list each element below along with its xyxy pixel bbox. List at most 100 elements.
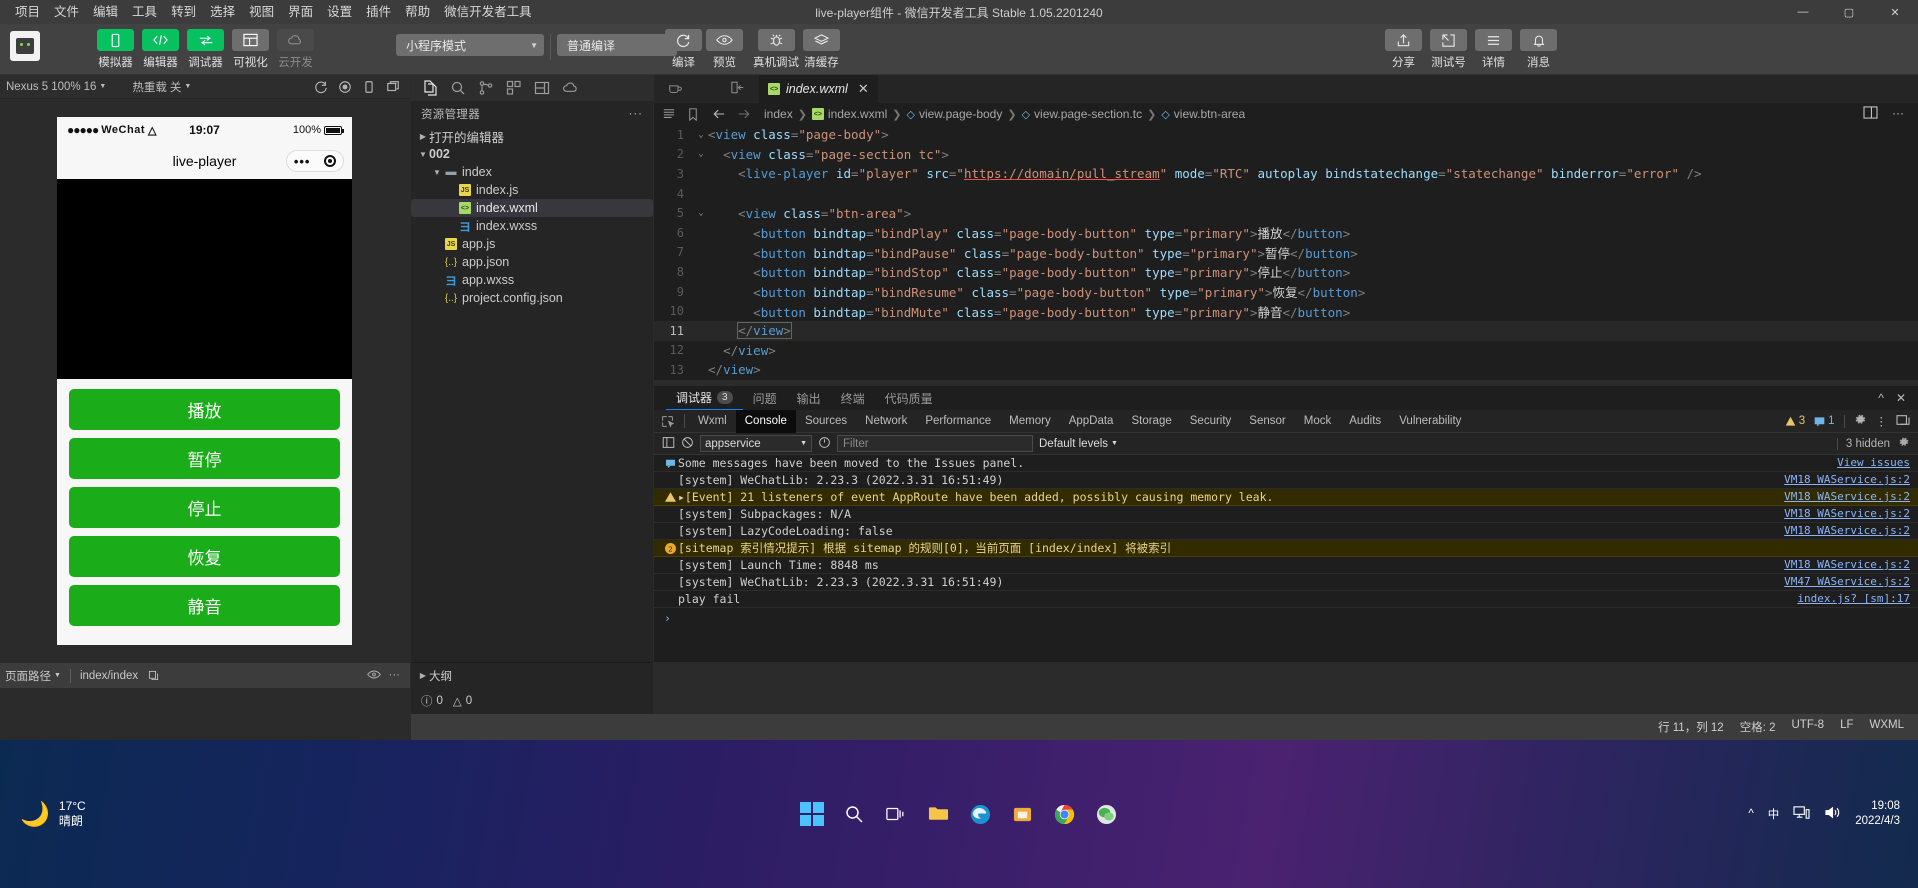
console-row-2[interactable]: ▸[Event] 21 listeners of event AppRoute … — [654, 489, 1918, 506]
maximize-button[interactable]: ▢ — [1826, 0, 1872, 24]
toolbar-可视化[interactable]: 可视化 — [230, 29, 271, 70]
coffee-icon[interactable] — [668, 81, 683, 97]
multi-window-icon[interactable] — [382, 77, 404, 97]
menu-item-1[interactable]: 文件 — [47, 1, 86, 23]
forward-icon[interactable] — [737, 108, 751, 120]
menu-item-5[interactable]: 选择 — [203, 1, 242, 23]
debug-tab-输出[interactable]: 输出 — [787, 386, 831, 410]
toolbar-真机调试[interactable]: 真机调试 — [753, 29, 799, 70]
console-filter-input[interactable]: Filter — [837, 435, 1033, 452]
view-issues-link[interactable]: View issues — [1837, 455, 1918, 471]
source-control-icon[interactable] — [473, 76, 499, 100]
back-icon[interactable] — [712, 108, 726, 120]
minimize-button[interactable]: — — [1780, 0, 1826, 24]
menu-item-0[interactable]: 项目 — [8, 1, 47, 23]
devtools-tab-vulnerability[interactable]: Vulnerability — [1390, 410, 1470, 433]
code-line-8[interactable]: 8 <button bindtap="bindStop" class="page… — [654, 262, 1918, 282]
wechat-icon[interactable] — [1093, 801, 1119, 827]
explorer-icon[interactable] — [417, 76, 443, 100]
toolbar-分享[interactable]: 分享 — [1385, 29, 1422, 70]
page-path-select[interactable]: 页面路径 ▼ — [0, 668, 66, 684]
search-icon[interactable] — [841, 801, 867, 827]
console-row-4[interactable]: [system] LazyCodeLoading: false VM18 WASe… — [654, 523, 1918, 540]
phone-button-停止[interactable]: 停止 — [69, 487, 340, 528]
inspect-element-icon[interactable] — [654, 415, 680, 428]
filter-toggle-icon[interactable] — [818, 436, 831, 452]
menu-item-6[interactable]: 视图 — [242, 1, 281, 23]
gear-icon[interactable] — [1898, 436, 1910, 451]
more-icon[interactable]: ··· — [629, 108, 644, 120]
copy-icon[interactable] — [143, 670, 164, 681]
menu-item-8[interactable]: 设置 — [320, 1, 359, 23]
fold-chevron-icon[interactable]: ⌄ — [694, 130, 708, 140]
more-actions-icon[interactable]: ··· — [1892, 106, 1904, 122]
explorer-section-002[interactable]: ▼ 002 — [411, 145, 653, 163]
close-button[interactable]: ✕ — [1872, 0, 1918, 24]
fold-chevron-icon[interactable]: ⌄ — [694, 149, 708, 159]
file-tree-item-app.wxss[interactable]: •ヨapp.wxss — [411, 271, 653, 289]
console-row-6[interactable]: [system] Launch Time: 8848 ms VM18 WAServ… — [654, 557, 1918, 574]
toolbar-模拟器[interactable]: 模拟器 — [95, 29, 136, 70]
indent-status[interactable]: 空格: 2 — [1740, 719, 1776, 735]
file-tree-item-index.wxss[interactable]: •ヨindex.wxss — [411, 217, 653, 235]
compile-select[interactable]: 普通编译 ▼ — [557, 34, 677, 56]
console-row-5[interactable]: 2 [sitemap 索引情况提示] 根据 sitemap 的规则[0]，当前页面… — [654, 540, 1918, 557]
console-source-link[interactable]: VM47 WAService.js:2 — [1784, 574, 1918, 590]
code-line-11[interactable]: 11 </view> — [654, 320, 1918, 341]
code-editor[interactable]: 1 ⌄ <view class="page-body"> 2 ⌄ <view class… — [654, 125, 1918, 380]
debug-tab-调试器[interactable]: 调试器 3 — [666, 386, 743, 410]
console-row-1[interactable]: [system] WeChatLib: 2.23.3 (2022.3.31 16… — [654, 472, 1918, 489]
extensions-icon[interactable] — [501, 76, 527, 100]
console-source-link[interactable]: index.js? [sm]:17 — [1797, 591, 1918, 607]
toolbar-编译[interactable]: 编译 — [665, 29, 702, 70]
code-line-5[interactable]: 5 ⌄ <view class="btn-area"> — [654, 203, 1918, 223]
eol-status[interactable]: LF — [1840, 719, 1853, 735]
console-source-link[interactable]: VM18 WAService.js:2 — [1784, 506, 1918, 522]
code-line-13[interactable]: 13 </view> — [654, 360, 1918, 380]
devtools-tab-sensor[interactable]: Sensor — [1240, 410, 1294, 433]
console-source-link[interactable]: VM18 WAService.js:2 — [1784, 489, 1918, 505]
kebab-menu-icon[interactable]: ⋮ — [1876, 414, 1888, 428]
code-line-12[interactable]: 12 </view> — [654, 341, 1918, 361]
info-count-badge[interactable]: 1 — [1814, 415, 1835, 427]
device-frame-icon[interactable] — [358, 77, 380, 97]
explorer-icon[interactable] — [925, 801, 951, 827]
file-tree-item-index[interactable]: ▼ ▬ index — [411, 163, 653, 181]
console-sidebar-icon[interactable] — [662, 436, 675, 452]
code-line-4[interactable]: 4 — [654, 184, 1918, 204]
devtools-tab-audits[interactable]: Audits — [1340, 410, 1390, 433]
devtools-tab-network[interactable]: Network — [856, 410, 916, 433]
split-layout-icon[interactable] — [1863, 106, 1878, 122]
breadcrumb-item-2[interactable]: ◇ view.page-body — [906, 107, 1002, 121]
split-editor-icon[interactable] — [731, 81, 745, 97]
code-line-1[interactable]: 1 ⌄ <view class="page-body"> — [654, 125, 1918, 145]
chrome-icon[interactable] — [1051, 801, 1077, 827]
toolbar-预览[interactable]: 预览 — [706, 29, 743, 70]
toolbar-详情[interactable]: 详情 — [1475, 29, 1512, 70]
toolbar-清缓存[interactable]: 清缓存 — [803, 29, 840, 70]
console-source-link[interactable]: VM18 WAService.js:2 — [1784, 472, 1918, 488]
editor-tab-index-wxml[interactable]: <> index.wxml ✕ — [759, 75, 879, 103]
phone-capsule-button[interactable]: ••• — [286, 150, 344, 172]
close-icon[interactable]: ✕ — [858, 81, 869, 97]
record-icon[interactable] — [334, 77, 356, 97]
devtools-tab-sources[interactable]: Sources — [796, 410, 856, 433]
console-prompt[interactable]: › — [654, 608, 1918, 628]
outline-section[interactable]: ▶ 大纲 — [411, 662, 653, 688]
breadcrumb-item-1[interactable]: <> index.wxml — [811, 107, 887, 121]
cloud-storage-icon[interactable] — [529, 76, 555, 100]
explorer-section-打开的编辑器[interactable]: ▶ 打开的编辑器 — [411, 127, 653, 145]
devtools-tab-wxml[interactable]: Wxml — [689, 410, 736, 433]
debug-tab-终端[interactable]: 终端 — [831, 386, 875, 410]
menu-item-2[interactable]: 编辑 — [86, 1, 125, 23]
device-select[interactable]: Nexus 5 100% 16 ▼ — [0, 81, 112, 93]
warning-count-badge[interactable]: 3 — [1785, 415, 1805, 427]
line-col-status[interactable]: 行 11，列 12 — [1658, 719, 1724, 735]
phone-button-暂停[interactable]: 暂停 — [69, 438, 340, 479]
dock-icon[interactable] — [1896, 414, 1910, 429]
console-source-link[interactable]: VM18 WAService.js:2 — [1784, 523, 1918, 539]
bookmark-icon[interactable] — [687, 107, 699, 121]
file-tree-item-index.wxml[interactable]: •<>index.wxml — [411, 199, 653, 217]
menu-item-4[interactable]: 转到 — [164, 1, 203, 23]
toolbar-测试号[interactable]: 测试号 — [1430, 29, 1467, 70]
